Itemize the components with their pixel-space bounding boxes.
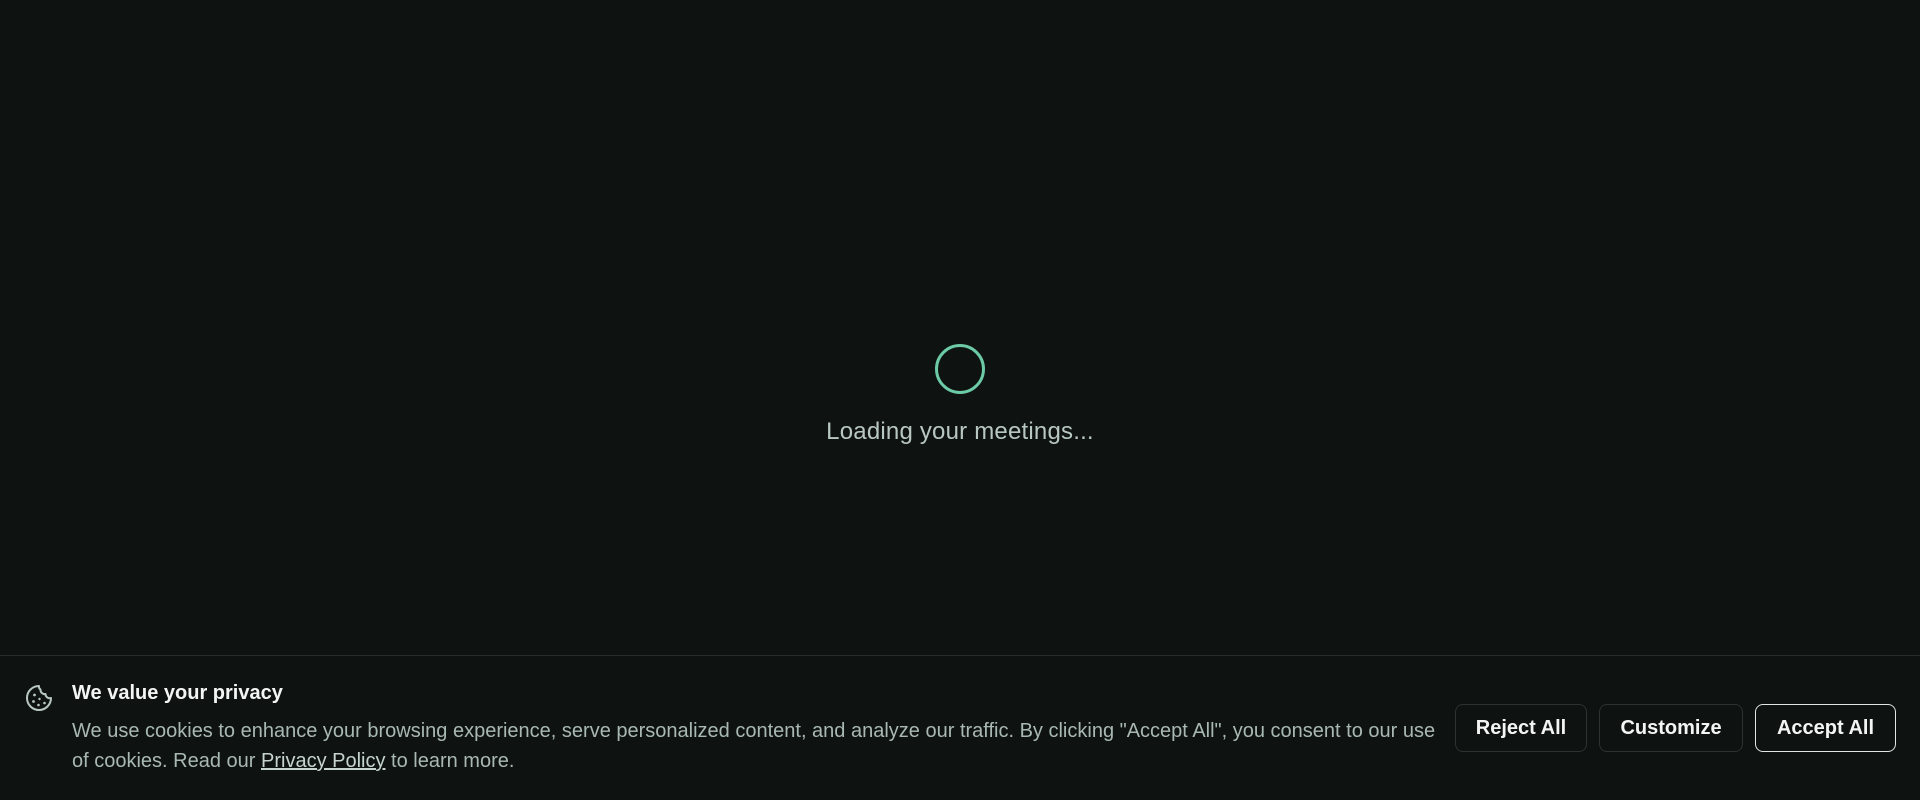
banner-title: We value your privacy — [72, 682, 283, 704]
loading-text: Loading your meetings... — [826, 418, 1094, 445]
accept-all-button[interactable]: Accept All — [1755, 704, 1896, 752]
cookie-icon — [26, 685, 52, 711]
reject-all-button[interactable]: Reject All — [1455, 704, 1587, 752]
loading-indicator: Loading your meetings... — [0, 344, 1920, 446]
privacy-policy-link[interactable]: Privacy Policy — [261, 750, 385, 772]
page: Loading your meetings... We value your p… — [0, 0, 1920, 800]
loading-spinner-icon — [935, 344, 985, 394]
cookie-consent-banner: We value your privacy We use cookies to … — [0, 655, 1920, 800]
customize-button[interactable]: Customize — [1599, 704, 1743, 752]
banner-description: We use cookies to enhance your browsing … — [72, 716, 1442, 776]
banner-text-part2: to learn more. — [385, 750, 515, 772]
